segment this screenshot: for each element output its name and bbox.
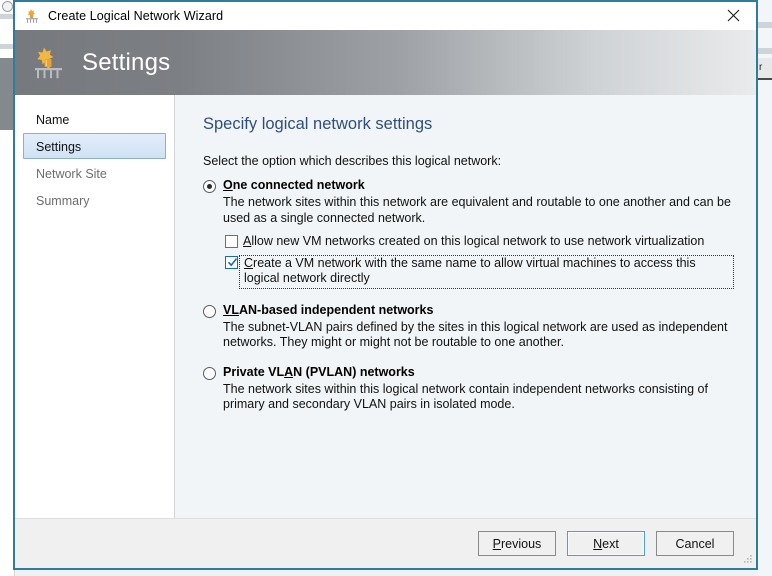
instruction-text: Select the option which describes this l…: [203, 154, 502, 168]
label-rest: AN-based independent networks: [238, 302, 434, 317]
radio-option-one-connected-network[interactable]: One connected network: [203, 178, 734, 193]
accelerator-key: A: [284, 364, 294, 379]
background-band: [0, 14, 13, 19]
label-start: Private VL: [223, 364, 285, 379]
radio-icon-unselected[interactable]: [203, 366, 216, 380]
label-rest: ext: [602, 536, 619, 551]
checkbox-label-allow-network-virtualization: Allow new VM networks created on this lo…: [238, 234, 707, 251]
background-panel: [0, 58, 13, 130]
checkbox-label-create-vm-network-same-name: Create a VM network with the same name t…: [239, 254, 734, 289]
background-window-right[interactable]: r: [758, 0, 772, 576]
radio-option-private-vlan-networks[interactable]: Private VLAN (PVLAN) networks: [203, 365, 734, 380]
checkbox-row-create-vm-network-same-name[interactable]: Create a VM network with the same name t…: [225, 254, 734, 289]
radio-label-private-vlan-networks: Private VLAN (PVLAN) networks: [223, 365, 415, 379]
dialog-footer: Previous Next Cancel: [15, 518, 756, 568]
background-band: [758, 22, 772, 28]
settings-content-pane: Specify logical network settings Select …: [175, 95, 756, 518]
accelerator-key: VL: [223, 302, 239, 317]
radio-option-vlan-based-independent-networks[interactable]: VLAN-based independent networks: [203, 303, 734, 318]
option-description-one-connected-network: The network sites within this network ar…: [223, 195, 731, 225]
previous-button[interactable]: Previous: [478, 531, 556, 556]
accelerator-key: N: [593, 536, 603, 551]
option-description-private-vlan-networks: The network sites within this logical ne…: [223, 381, 708, 412]
sidebar-item-summary[interactable]: Summary: [23, 187, 166, 213]
sidebar-item-name[interactable]: Name: [23, 106, 166, 132]
accelerator-key: O: [223, 178, 233, 192]
dialog-body: Name Settings Network Site Summary Speci…: [15, 95, 756, 518]
radio-icon-selected[interactable]: [203, 180, 216, 193]
radio-label-vlan-based-independent-networks: VLAN-based independent networks: [223, 303, 433, 317]
label-rest: llow new VM networks created on this log…: [251, 234, 705, 248]
label-rest: ne connected network: [232, 178, 365, 192]
banner-title: Settings: [82, 48, 171, 76]
sidebar-item-network-site[interactable]: Network Site: [23, 160, 166, 186]
label-rest: Cancel: [675, 536, 715, 551]
option-description-vlan-based-independent-networks: The subnet-VLAN pairs defined by the sit…: [223, 319, 728, 350]
cancel-button[interactable]: Cancel: [656, 531, 734, 556]
desktop-background: r Create Logical Network Wizard Settings…: [0, 0, 772, 576]
label-rest: reate a VM network with the same name to…: [244, 255, 696, 286]
radio-icon-unselected[interactable]: [203, 304, 216, 318]
next-button[interactable]: Next: [567, 531, 645, 556]
checkbox-icon-checked[interactable]: [225, 255, 238, 269]
resize-grip-icon[interactable]: [741, 553, 753, 565]
background-label: r: [758, 58, 772, 80]
label-rest: revious: [501, 536, 542, 551]
radio-label-one-connected-network: One connected network: [223, 178, 365, 192]
wizard-steps-sidebar: Name Settings Network Site Summary: [15, 95, 175, 518]
background-circle-icon: [2, 1, 13, 12]
background-band: [758, 48, 772, 54]
window-title: Create Logical Network Wizard: [48, 9, 224, 23]
label-rest: N (PVLAN) networks: [293, 364, 415, 379]
page-title: Specify logical network settings: [203, 115, 433, 133]
background-band: [0, 44, 13, 49]
create-logical-network-wizard-dialog: Create Logical Network Wizard Settings N…: [13, 0, 758, 570]
titlebar[interactable]: Create Logical Network Wizard: [15, 2, 756, 30]
sidebar-item-settings[interactable]: Settings: [23, 133, 166, 159]
logical-network-icon: [24, 8, 40, 24]
logical-network-settings-icon: [32, 46, 66, 80]
checkbox-icon-unchecked[interactable]: [225, 235, 238, 248]
wizard-banner: Settings: [15, 30, 756, 95]
accelerator-key: C: [244, 255, 254, 270]
close-icon: [727, 9, 740, 22]
checkbox-row-allow-network-virtualization[interactable]: Allow new VM networks created on this lo…: [225, 234, 734, 251]
accelerator-key: P: [492, 536, 502, 551]
close-button[interactable]: [711, 2, 756, 28]
